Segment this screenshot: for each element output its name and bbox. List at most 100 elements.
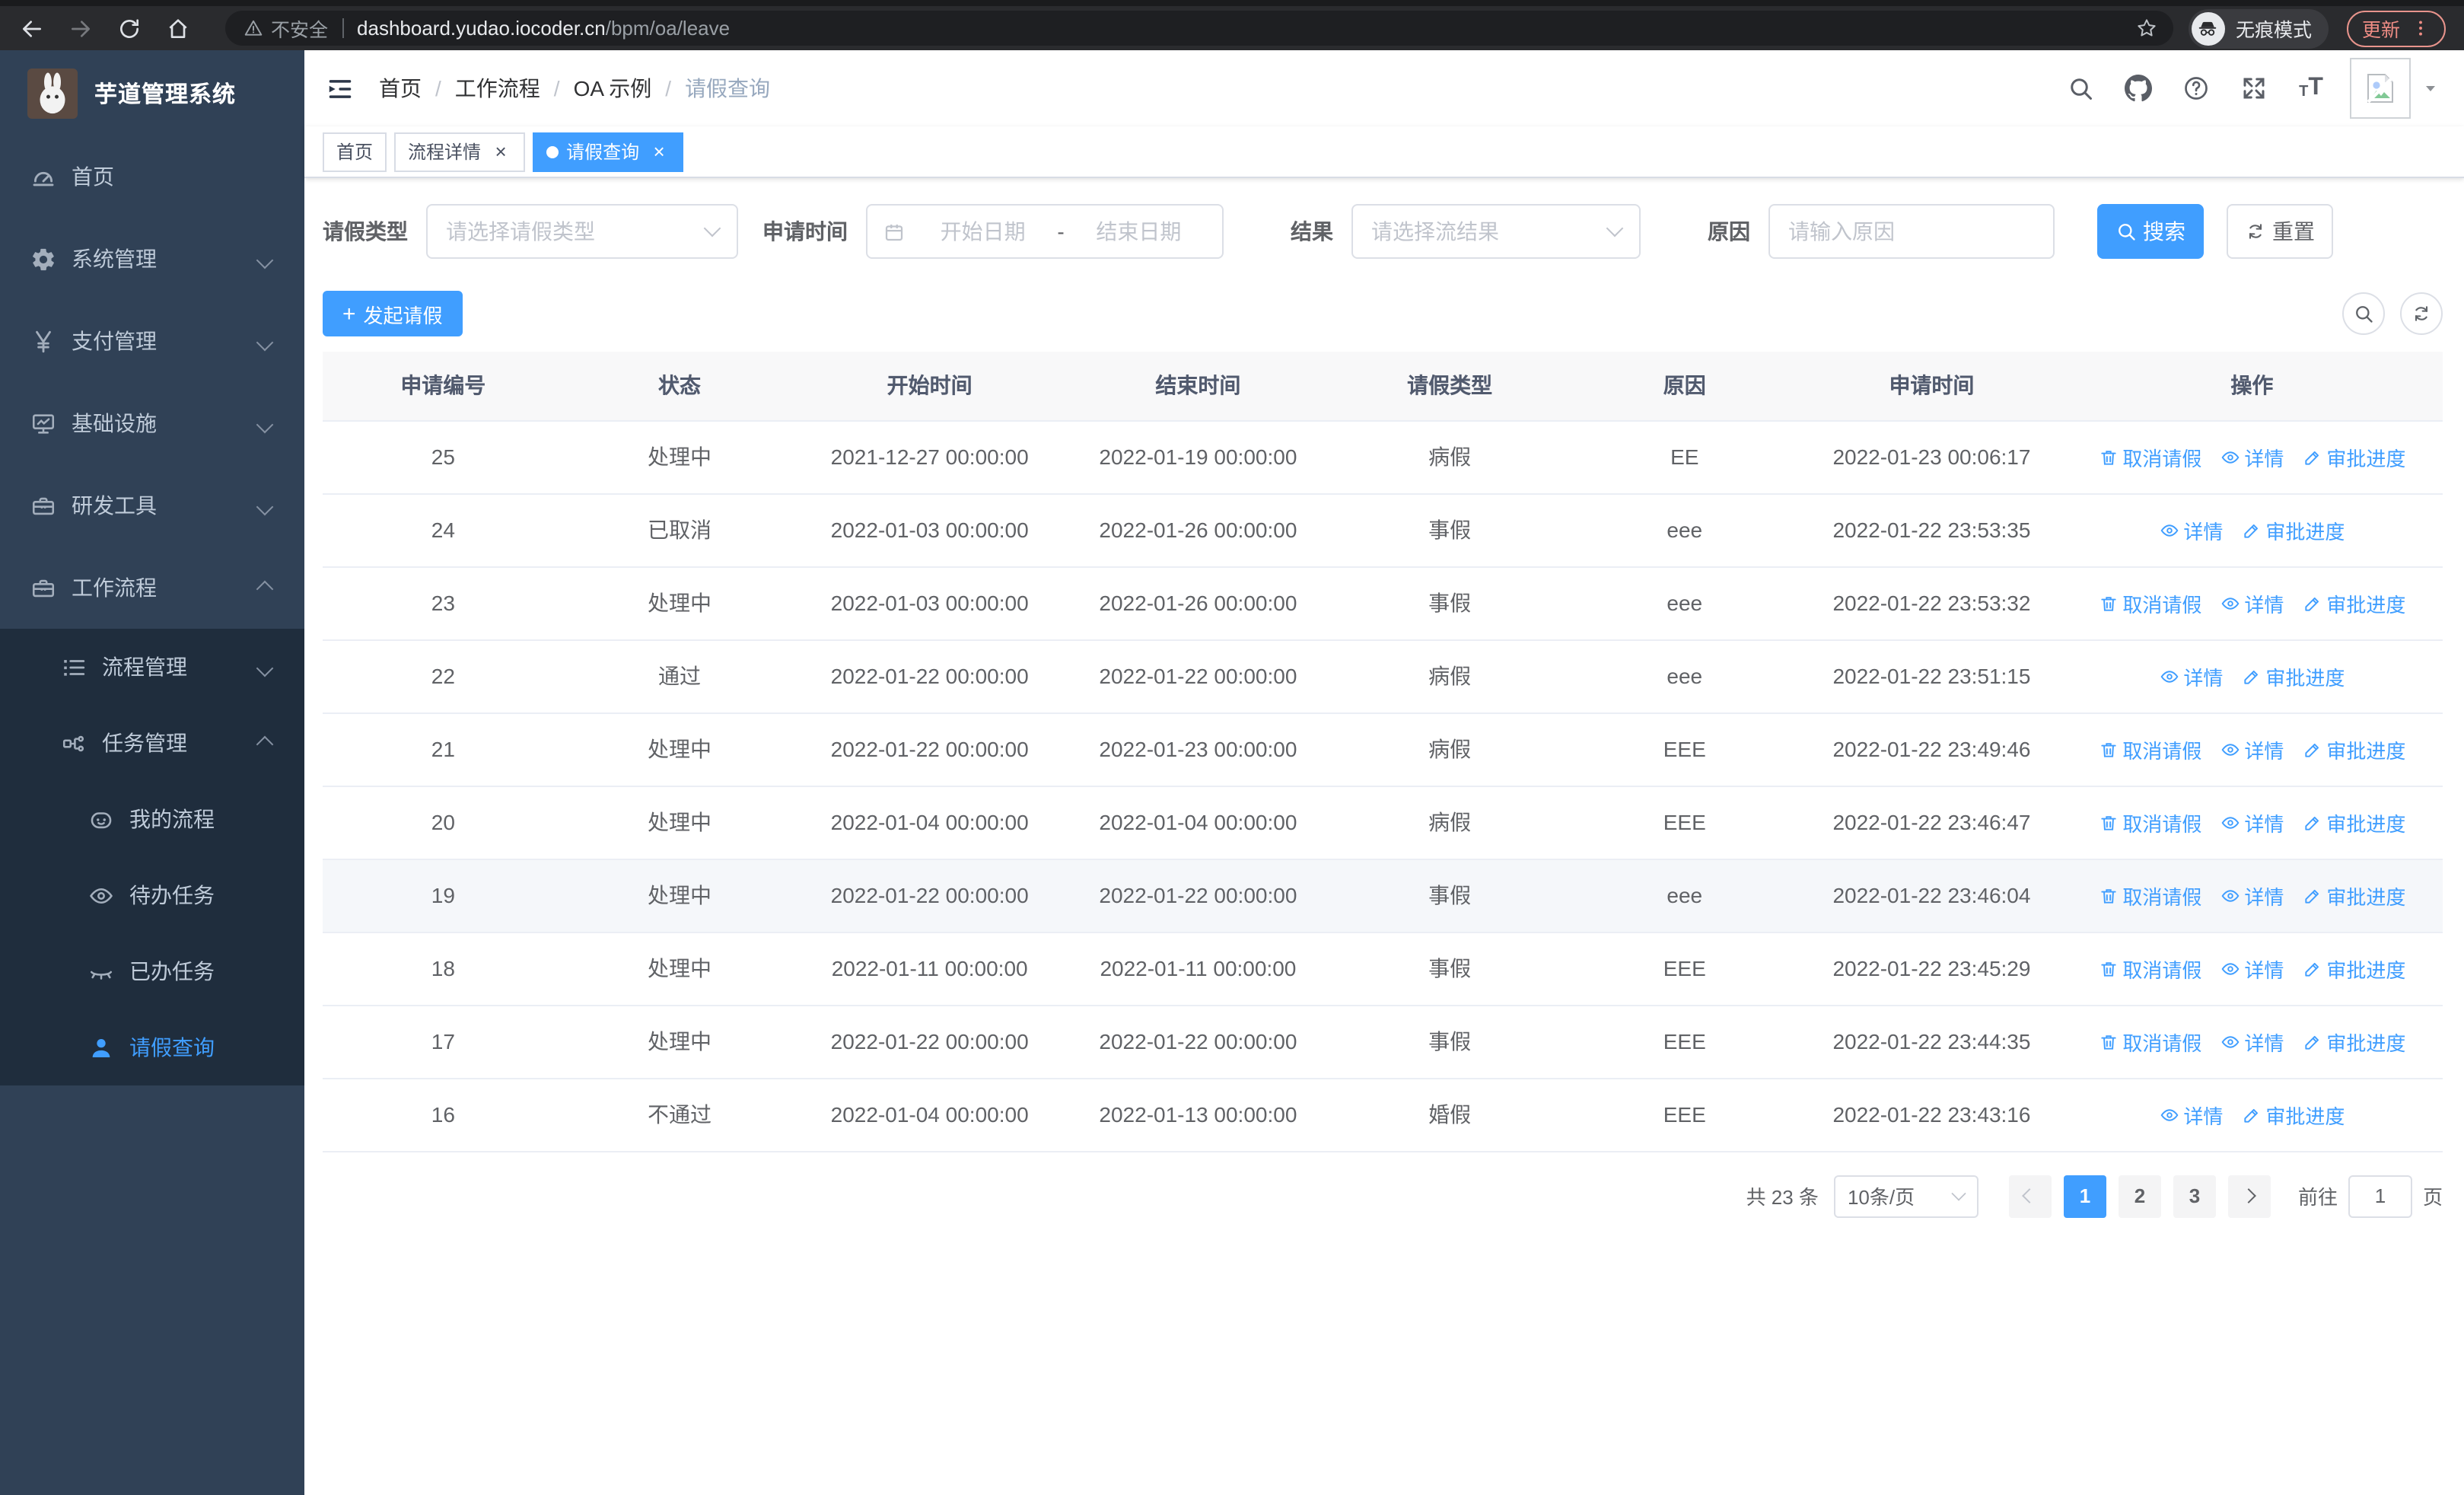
detail-action-link[interactable]: 详情 [2220, 735, 2284, 763]
prev-page-button[interactable] [2009, 1175, 2052, 1217]
sidebar-item-请假查询[interactable]: 请假查询 [0, 1009, 304, 1085]
page-2-button[interactable]: 2 [2119, 1175, 2161, 1217]
progress-action-link[interactable]: 审批进度 [2302, 808, 2405, 837]
detail-action-link[interactable]: 详情 [2159, 1100, 2223, 1129]
progress-action-link[interactable]: 审批进度 [2241, 515, 2345, 544]
cell-leave-type: 病假 [1332, 786, 1568, 859]
search-icon[interactable] [2065, 74, 2094, 103]
cell-apply-time: 2022-01-22 23:53:32 [1802, 566, 2061, 639]
eye-icon [2220, 447, 2240, 467]
bookmark-star-icon[interactable] [2135, 17, 2158, 40]
avatar-caret-icon[interactable] [2421, 79, 2440, 97]
cell-apply-time: 2022-01-22 23:53:35 [1802, 493, 2061, 566]
refresh-table-button[interactable] [2400, 292, 2443, 335]
browser-menu-icon[interactable] [2411, 18, 2431, 38]
detail-action-link[interactable]: 详情 [2220, 808, 2284, 837]
collapse-sidebar-icon[interactable] [326, 74, 355, 103]
sidebar-item-研发工具[interactable]: 研发工具 [0, 464, 304, 547]
help-icon[interactable] [2181, 74, 2210, 103]
progress-action-link[interactable]: 审批进度 [2302, 588, 2405, 617]
cancel-action-link[interactable]: 取消请假 [2098, 442, 2201, 471]
sidebar-item-流程管理[interactable]: 流程管理 [0, 629, 304, 705]
sidebar-item-任务管理[interactable]: 任务管理 [0, 705, 304, 781]
cell-start-time: 2022-01-03 00:00:00 [795, 566, 1064, 639]
toolbox-icon [30, 575, 56, 601]
progress-action-link[interactable]: 审批进度 [2241, 1100, 2345, 1129]
pen-icon [2302, 593, 2322, 613]
sidebar-item-首页[interactable]: 首页 [0, 135, 304, 218]
column-header: 申请时间 [1802, 352, 2061, 420]
sidebar-item-我的流程[interactable]: 我的流程 [0, 781, 304, 857]
close-icon[interactable]: × [490, 141, 511, 162]
detail-action-link[interactable]: 详情 [2220, 1027, 2284, 1056]
cancel-action-link[interactable]: 取消请假 [2098, 735, 2201, 763]
progress-action-link[interactable]: 审批进度 [2302, 881, 2405, 910]
url-bar[interactable]: 不安全 dashboard.yudao.iocoder.cn /bpm/oa/l… [225, 11, 2173, 46]
sidebar-item-已办任务[interactable]: 已办任务 [0, 933, 304, 1009]
close-icon[interactable]: × [648, 141, 670, 162]
tab-请假查询[interactable]: 请假查询 × [533, 132, 683, 171]
detail-action-link[interactable]: 详情 [2159, 515, 2223, 544]
page-3-button[interactable]: 3 [2173, 1175, 2216, 1217]
action-label: 审批进度 [2326, 442, 2405, 471]
search-button[interactable]: 搜索 [2097, 204, 2204, 259]
progress-action-link[interactable]: 审批进度 [2302, 442, 2405, 471]
detail-action-link[interactable]: 详情 [2220, 442, 2284, 471]
sidebar-item-系统管理[interactable]: 系统管理 [0, 218, 304, 300]
tab-首页[interactable]: 首页 [323, 132, 387, 171]
reason-input[interactable] [1770, 206, 2053, 257]
breadcrumb: 首页/工作流程/OA 示例/请假查询 [379, 73, 770, 104]
progress-action-link[interactable]: 审批进度 [2302, 735, 2405, 763]
progress-action-link[interactable]: 审批进度 [2241, 661, 2345, 690]
sidebar-item-支付管理[interactable]: 支付管理 [0, 300, 304, 382]
tags-bar: 首页 流程详情 × 请假查询 × [304, 126, 2464, 178]
update-button[interactable]: 更新 [2347, 10, 2446, 46]
forward-icon[interactable] [67, 15, 93, 41]
sidebar-item-待办任务[interactable]: 待办任务 [0, 857, 304, 933]
cell-reason: eee [1567, 493, 1802, 566]
cancel-action-link[interactable]: 取消请假 [2098, 954, 2201, 983]
sidebar-item-工作流程[interactable]: 工作流程 [0, 547, 304, 629]
search-icon [2353, 303, 2374, 324]
fullscreen-icon[interactable] [2239, 74, 2268, 103]
tab-流程详情[interactable]: 流程详情 × [394, 132, 525, 171]
avatar[interactable] [2350, 58, 2411, 119]
page-size-select[interactable]: 10条/页 [1834, 1175, 1979, 1217]
progress-action-link[interactable]: 审批进度 [2302, 954, 2405, 983]
toggle-search-button[interactable] [2342, 292, 2385, 335]
breadcrumb-item[interactable]: OA 示例 [574, 73, 652, 104]
cancel-action-link[interactable]: 取消请假 [2098, 881, 2201, 910]
chevron-down-icon [1951, 1186, 1966, 1200]
page-1-button[interactable]: 1 [2064, 1175, 2106, 1217]
cancel-action-link[interactable]: 取消请假 [2098, 808, 2201, 837]
eye-icon [2220, 1031, 2240, 1051]
cancel-action-link[interactable]: 取消请假 [2098, 588, 2201, 617]
home-icon[interactable] [164, 15, 190, 41]
result-select[interactable]: 请选择流结果 [1351, 204, 1641, 259]
cancel-action-link[interactable]: 取消请假 [2098, 1027, 2201, 1056]
leave-type-placeholder: 请选择请假类型 [446, 216, 595, 247]
detail-action-link[interactable]: 详情 [2159, 661, 2223, 690]
detail-action-link[interactable]: 详情 [2220, 954, 2284, 983]
sidebar-item-基础设施[interactable]: 基础设施 [0, 382, 304, 464]
reload-icon[interactable] [116, 15, 142, 41]
breadcrumb-item[interactable]: 工作流程 [455, 73, 540, 104]
next-page-button[interactable] [2228, 1175, 2271, 1217]
date-range-picker[interactable]: 开始日期 - 结束日期 [866, 204, 1224, 259]
progress-action-link[interactable]: 审批进度 [2302, 1027, 2405, 1056]
reset-button[interactable]: 重置 [2227, 204, 2333, 259]
create-leave-button[interactable]: + 发起请假 [323, 291, 463, 336]
leave-type-select[interactable]: 请选择请假类型 [426, 204, 738, 259]
pen-icon [2302, 958, 2322, 978]
url-host: dashboard.yudao.iocoder.cn [357, 17, 606, 40]
detail-action-link[interactable]: 详情 [2220, 588, 2284, 617]
github-icon[interactable] [2123, 74, 2152, 103]
back-icon[interactable] [18, 15, 44, 41]
breadcrumb-item[interactable]: 首页 [379, 73, 422, 104]
search-button-label: 搜索 [2143, 216, 2185, 247]
cell-status: 处理中 [564, 932, 796, 1005]
goto-page-input[interactable] [2348, 1175, 2412, 1217]
action-label: 取消请假 [2122, 1027, 2201, 1056]
font-size-icon[interactable]: TT [2297, 74, 2326, 103]
detail-action-link[interactable]: 详情 [2220, 881, 2284, 910]
